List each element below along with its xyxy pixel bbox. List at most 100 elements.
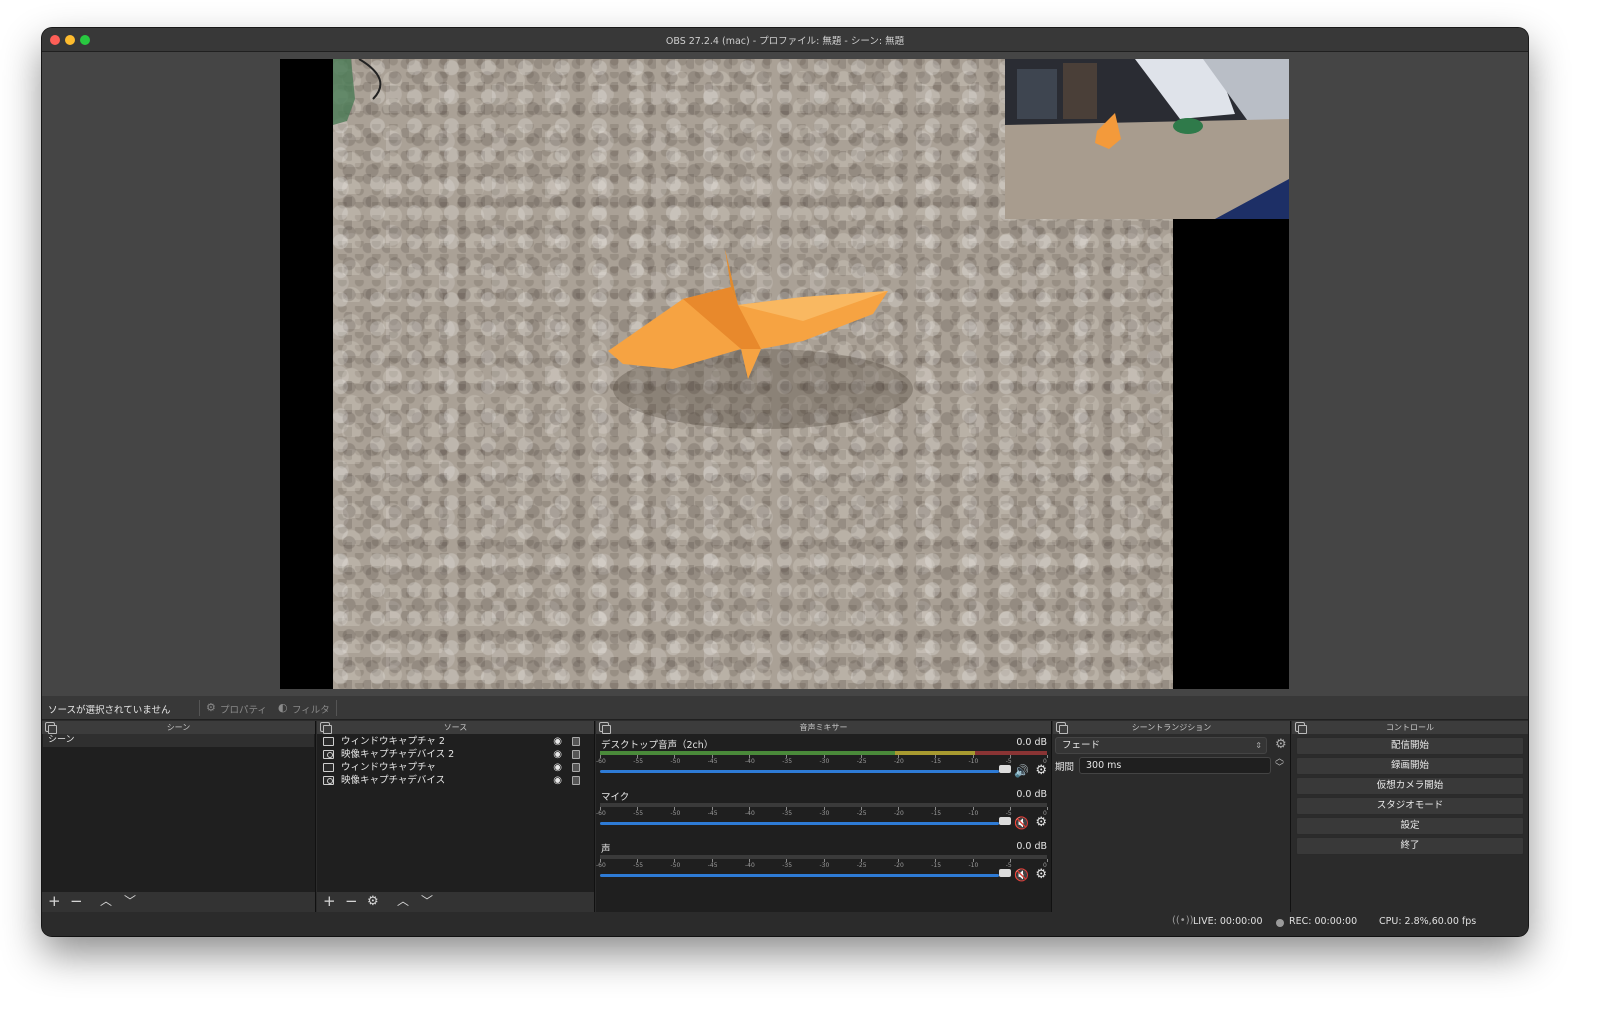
rec-dot-icon — [1276, 919, 1284, 927]
gear-icon[interactable]: ⚙ — [1035, 763, 1047, 778]
transition-gear-icon[interactable]: ⚙ — [1275, 737, 1287, 752]
source-item[interactable]: 映像キャプチャデバイス 2 ◉ — [319, 748, 592, 761]
remove-scene-button[interactable]: − — [70, 893, 83, 910]
pip-camera-feed — [1005, 59, 1289, 219]
volume-slider[interactable] — [600, 770, 999, 773]
muted-speaker-icon[interactable]: 🔇 — [1014, 816, 1029, 830]
volume-slider-knob[interactable] — [999, 817, 1011, 825]
undock-icon[interactable] — [320, 722, 332, 734]
undock-icon[interactable] — [1056, 722, 1068, 734]
sources-dock: ソース ウィンドウキャプチャ 2 ◉ 映像キャプチャデバイス 2 ◉ ウィンドウ… — [317, 721, 595, 912]
undock-icon[interactable] — [45, 722, 57, 734]
mixer-channel: 声 0.0 dB -60 -55 -50 -45 -40 -35 -30 -25 -20 -15-… — [596, 841, 1048, 882]
source-item[interactable]: 映像キャプチャデバイス ◉ — [319, 774, 592, 787]
volume-slider[interactable] — [600, 874, 999, 877]
move-scene-up-button[interactable]: ︿ — [100, 893, 112, 910]
duration-stepper-icon[interactable]: ︿ ﹀ — [1275, 755, 1284, 773]
settings-button[interactable]: 設定 — [1296, 817, 1524, 835]
speaker-icon[interactable]: 🔊 — [1014, 764, 1029, 778]
meter-tick-label: -25 — [856, 758, 867, 765]
exit-button[interactable]: 終了 — [1296, 837, 1524, 855]
divider — [336, 700, 337, 716]
audio-mixer-dock: 音声ミキサー デスクトップ音声（2ch） 0.0 dB -60 -55 -50 -45… — [596, 721, 1052, 912]
obs-window: OBS 27.2.4 (mac) - プロファイル: 無題 - シーン: 無題 — [42, 28, 1528, 936]
meter-tick — [1047, 755, 1048, 758]
cpu-status: CPU: 2.8%,60.00 fps — [1379, 916, 1477, 927]
lock-icon[interactable] — [572, 750, 580, 759]
properties-button[interactable]: ⚙ プロパティ — [204, 700, 267, 716]
source-properties-gear-icon[interactable]: ⚙ — [367, 893, 379, 910]
scene-list-item[interactable]: シーン — [43, 734, 314, 747]
duration-input[interactable]: 300 ms — [1079, 757, 1271, 774]
meter-tick-label: -55 — [633, 758, 644, 765]
source-toolbar: ソースが選択されていません ⚙ プロパティ ◐ フィルタ — [42, 696, 1528, 720]
meter-tick-label: -45 — [707, 758, 718, 765]
volume-slider[interactable] — [600, 822, 999, 825]
lock-icon[interactable] — [572, 737, 580, 746]
meter-tick-label: -15 — [931, 810, 942, 817]
meter-tick-label: -55 — [633, 862, 644, 869]
meter-tick-label: -35 — [782, 810, 793, 817]
rec-status: REC: 00:00:00 — [1289, 916, 1358, 927]
meter-tick-label: -60 — [596, 758, 606, 765]
filters-button[interactable]: ◐ フィルタ — [276, 700, 330, 716]
meter-tick — [1047, 859, 1048, 862]
live-status: LIVE: 00:00:00 — [1193, 916, 1263, 927]
meter-ticks: -60 -55 -50 -45 -40 -35 -30 -25 -20 -15 -10 -5 0 — [596, 859, 1048, 869]
visibility-eye-icon[interactable]: ◉ — [553, 735, 562, 748]
title-bar: OBS 27.2.4 (mac) - プロファイル: 無題 - シーン: 無題 — [42, 28, 1528, 52]
program-preview[interactable] — [280, 59, 1289, 689]
studio-mode-button[interactable]: スタジオモード — [1296, 797, 1524, 815]
visibility-eye-icon[interactable]: ◉ — [553, 774, 562, 787]
bottom-panel: ソースが選択されていません ⚙ プロパティ ◐ フィルタ シーン シーン + − ︿… — [42, 696, 1528, 936]
source-item[interactable]: ウィンドウキャプチャ 2 ◉ — [319, 735, 592, 748]
add-source-button[interactable]: + — [323, 893, 336, 910]
gear-icon: ⚙ — [206, 701, 216, 714]
window-title: OBS 27.2.4 (mac) - プロファイル: 無題 - シーン: 無題 — [665, 36, 905, 47]
remove-source-button[interactable]: − — [345, 893, 358, 910]
gear-icon[interactable]: ⚙ — [1035, 815, 1047, 830]
start-virtual-camera-button[interactable]: 仮想カメラ開始 — [1296, 777, 1524, 795]
meter-tick-label: -30 — [819, 758, 830, 765]
meter-tick-label: -5 — [1005, 758, 1012, 765]
meter-tick-label: -45 — [707, 810, 718, 817]
meter-tick-label: -15 — [931, 758, 942, 765]
start-streaming-button[interactable]: 配信開始 — [1296, 737, 1524, 755]
meter-tick-label: -35 — [782, 758, 793, 765]
meter-tick-label: -5 — [1005, 862, 1012, 869]
move-source-down-button[interactable]: ﹀ — [421, 893, 433, 910]
start-recording-button[interactable]: 録画開始 — [1296, 757, 1524, 775]
add-scene-button[interactable]: + — [48, 893, 61, 910]
meter-tick-label: -40 — [744, 758, 755, 765]
controls-dock: コントロール 配信開始 録画開始 仮想カメラ開始 スタジオモード 設定 終了 — [1292, 721, 1528, 912]
visibility-eye-icon[interactable]: ◉ — [553, 748, 562, 761]
lock-icon[interactable] — [572, 776, 580, 785]
audio-mixer-header: 音声ミキサー — [596, 721, 1051, 734]
meter-tick-label: -20 — [893, 862, 904, 869]
meter-ticks: -60 -55 -50 -45 -40 -35 -30 -25 -20 -15 -10 -5 0 — [596, 755, 1048, 765]
meter-tick-label: -35 — [782, 862, 793, 869]
source-item[interactable]: ウィンドウキャプチャ ◉ — [319, 761, 592, 774]
transition-select[interactable]: フェード ⇕ — [1055, 737, 1267, 754]
visibility-eye-icon[interactable]: ◉ — [553, 761, 562, 774]
move-source-up-button[interactable]: ︿ — [397, 893, 409, 910]
meter-tick-label: -60 — [596, 862, 606, 869]
meter-tick-label: -30 — [819, 862, 830, 869]
muted-speaker-icon[interactable]: 🔇 — [1014, 868, 1029, 882]
undock-icon[interactable] — [599, 722, 611, 734]
meter-tick-label: -50 — [670, 810, 681, 817]
undock-icon[interactable] — [1295, 722, 1307, 734]
sources-footer: + − ⚙ ︿ ﹀ — [317, 892, 594, 912]
meter-tick-label: -10 — [968, 862, 979, 869]
move-scene-down-button[interactable]: ﹀ — [124, 893, 136, 910]
lock-icon[interactable] — [572, 763, 580, 772]
meter-ticks: -60 -55 -50 -45 -40 -35 -30 -25 -20 -15 -10 -5 0 — [596, 807, 1048, 817]
mixer-channel: マイク 0.0 dB -60 -55 -50 -45 -40 -35 -30 -25 -20 -1… — [596, 789, 1048, 830]
scenes-footer: + − ︿ ﹀ — [42, 892, 315, 912]
meter-tick-label: -25 — [856, 862, 867, 869]
volume-slider-knob[interactable] — [999, 869, 1011, 877]
volume-slider-knob[interactable] — [999, 765, 1011, 773]
gear-icon[interactable]: ⚙ — [1035, 867, 1047, 882]
meter-tick-label: -10 — [968, 758, 979, 765]
meter-tick-label: -60 — [596, 810, 606, 817]
